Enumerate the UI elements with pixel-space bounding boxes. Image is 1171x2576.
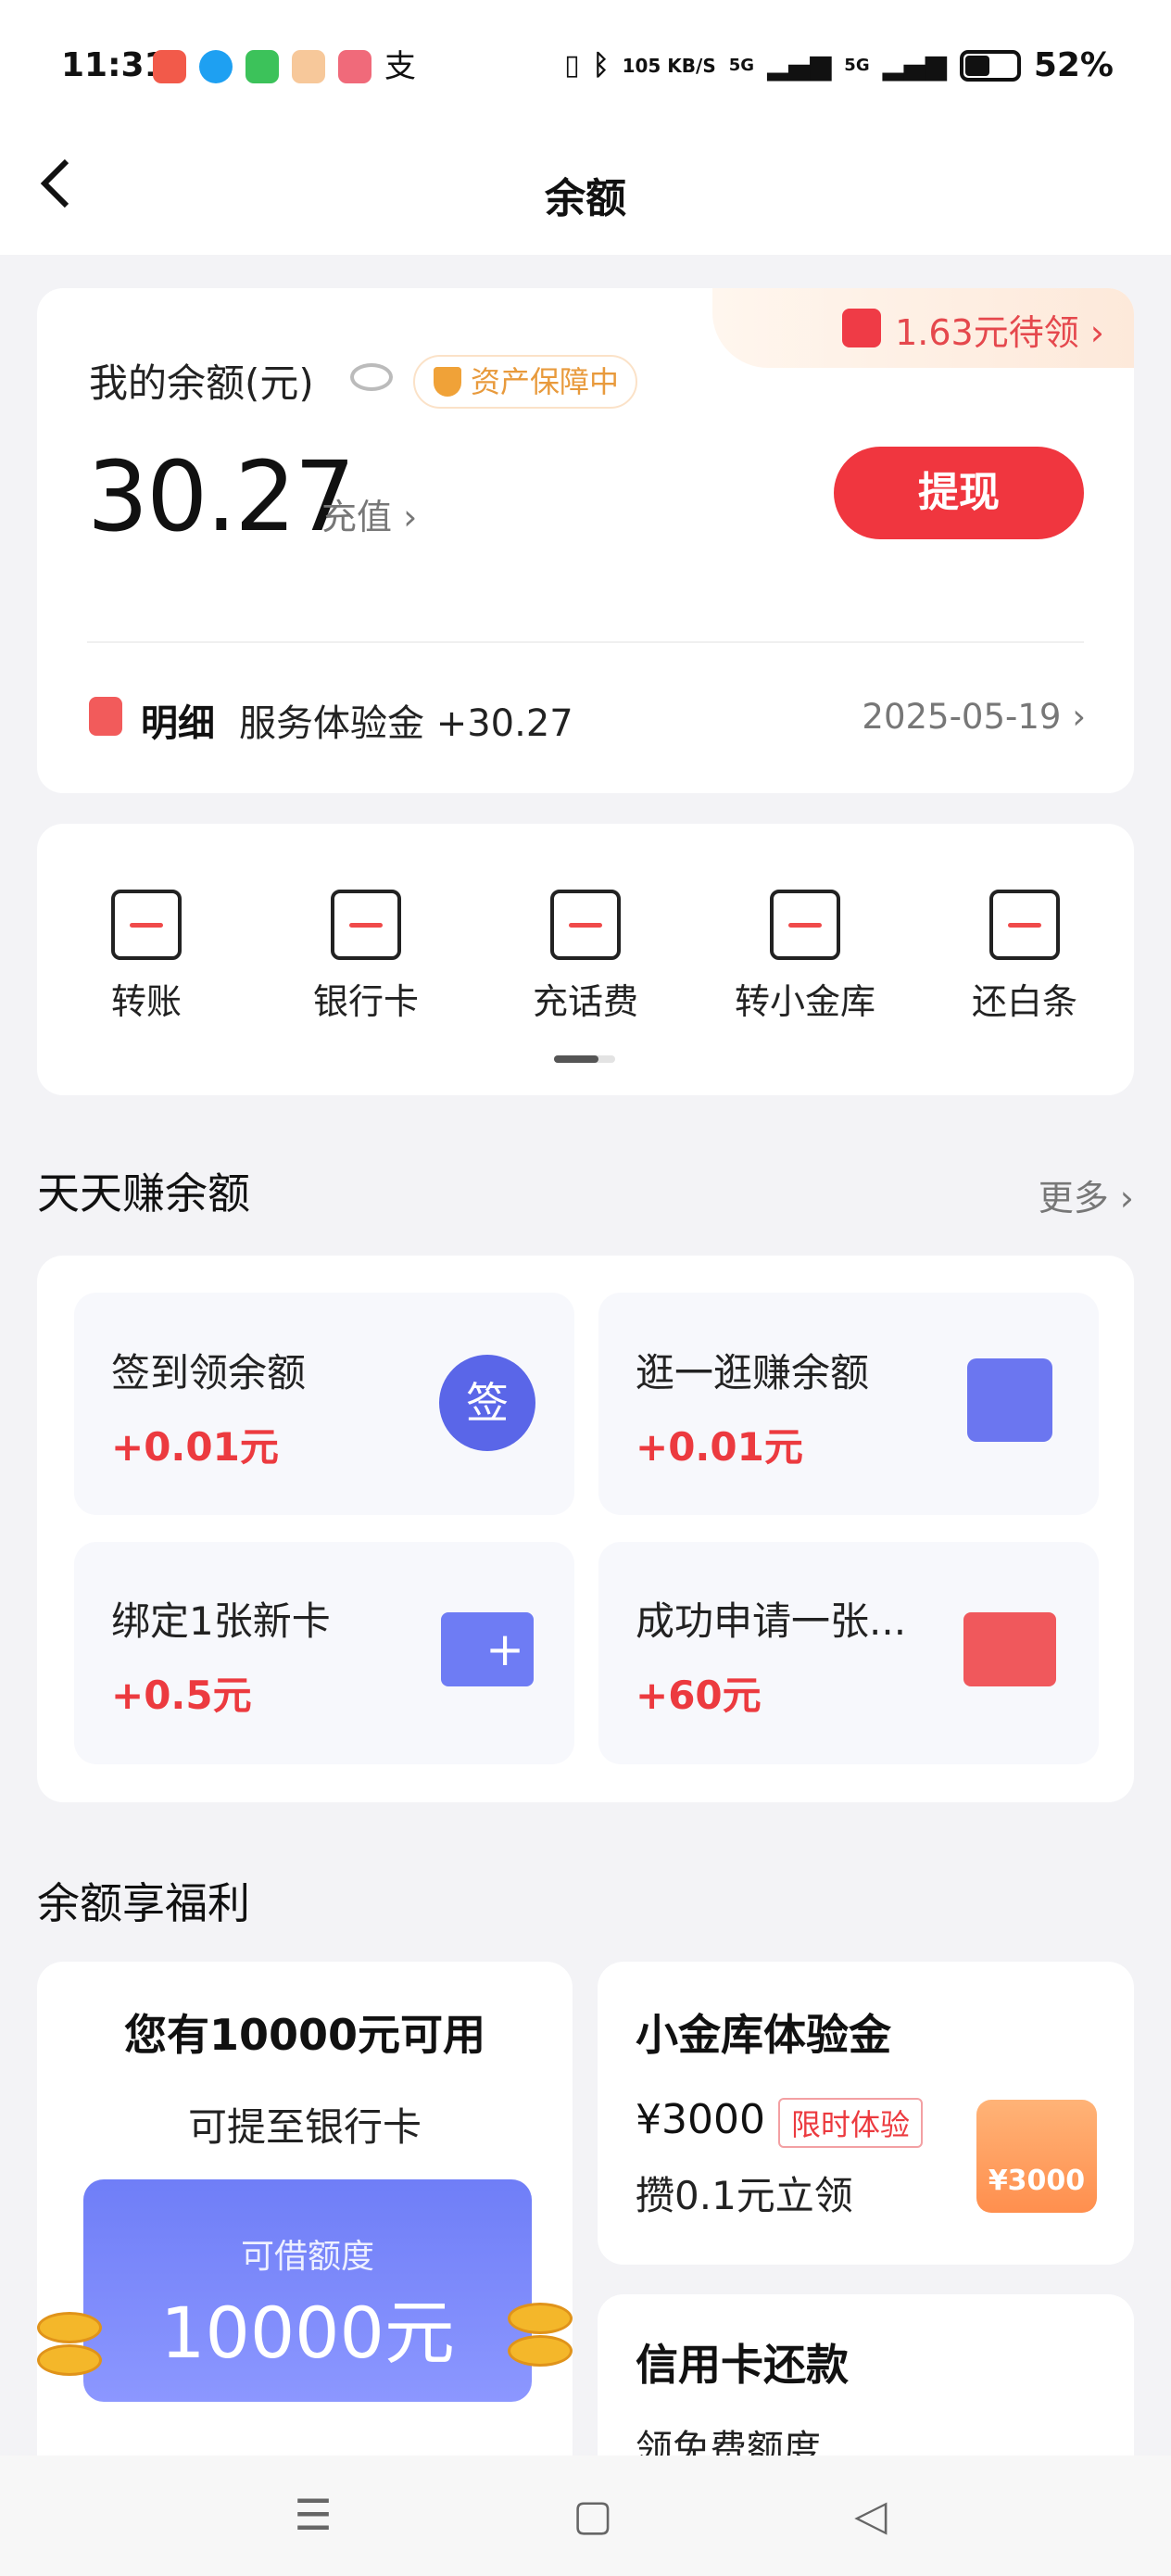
vault-amount: ¥3000 [636,2096,765,2143]
credit-repay-title: 信用卡还款 [636,2340,849,2390]
home-icon[interactable]: ▢ [567,2489,619,2541]
app-icon [338,50,371,83]
detail-date[interactable]: 2025-05-19 › [862,697,1086,737]
scroll-indicator [554,1055,615,1063]
welfare-section-title: 余额享福利 [37,1878,250,1928]
shield-icon [434,367,461,397]
vibrate-icon: ▯ [564,49,580,82]
loan-title: 您有10000元可用 [123,2010,486,2060]
divider [87,641,1084,643]
coin-icon [37,2312,102,2343]
earn-tile-reward: +60元 [636,1673,762,1718]
vault-envelope-icon: ¥3000 [976,2100,1097,2213]
red-packet-icon [842,309,881,347]
signal-label-1: 5G [728,56,755,75]
action-bank-card[interactable]: 银行卡 [273,890,459,1024]
vault-tag: 限时体验 [778,2098,924,2148]
message-icon [246,50,279,83]
battery-percent: 52% [1033,46,1114,84]
page-title: 余额 [545,175,626,222]
menu-icon[interactable]: ☰ [287,2489,339,2541]
back-nav-icon[interactable]: ◁ [845,2489,897,2541]
detail-icon [89,697,122,736]
detail-text[interactable]: 服务体验金 +30.27 [239,693,573,747]
detail-label[interactable]: 明细 [141,693,215,747]
bank-card-icon [331,890,401,960]
vault-desc: 攒0.1元立领 [636,2173,853,2218]
credit-card-icon [963,1612,1056,1686]
transfer-icon [111,890,182,960]
shopping-bag-icon [967,1358,1052,1442]
recharge-link[interactable]: 充值 › [321,488,417,539]
checkin-icon: 签 [439,1355,535,1451]
signal-icon: ▂▄▆ [767,49,832,82]
battery-icon [959,49,1021,82]
action-label: 银行卡 [312,981,419,1022]
app-notification-icon [153,50,186,83]
signal-label-2: 5G [844,56,870,75]
alipay-icon: 支 [384,48,416,85]
earn-tile-reward: +0.5元 [111,1673,252,1718]
repay-icon [989,890,1060,960]
action-vault-transfer[interactable]: 转小金库 [712,890,898,1024]
earn-section-title: 天天赚余额 [37,1168,250,1219]
more-link[interactable]: 更多 › [1039,1169,1134,1220]
app-icon [292,50,325,83]
balance-amount: 30.27 [87,440,356,553]
loan-quota-label: 可借额度 [240,2238,374,2276]
network-speed: 105 KB/S [622,54,716,77]
action-repay[interactable]: 还白条 [932,890,1117,1024]
action-label: 转小金库 [734,981,875,1022]
eye-icon[interactable] [350,363,393,391]
status-app-icons: 支 [153,50,418,83]
action-label: 充话费 [532,981,638,1022]
action-phone-bill[interactable]: 充话费 [493,890,678,1024]
coin-icon [508,2335,573,2367]
add-card-icon: + [441,1612,534,1686]
status-time: 11:31 [61,46,168,84]
vault-transfer-icon [770,890,840,960]
action-label: 转账 [110,981,182,1022]
earn-tile-reward: +0.01元 [111,1424,279,1470]
withdraw-button[interactable]: 提现 [834,447,1084,539]
qq-icon [199,50,233,83]
earn-tile-title: 成功申请一张... [636,1598,907,1644]
earn-tile-reward: +0.01元 [636,1424,803,1470]
coin-icon [37,2344,102,2376]
bluetooth-icon: ᛒ [592,49,610,82]
vault-title: 小金库体验金 [636,2010,891,2060]
earn-tile-title: 绑定1张新卡 [111,1598,331,1644]
phone-bill-icon [550,890,621,960]
loan-subtitle: 可提至银行卡 [187,2104,422,2150]
signal-icon: ▂▄▆ [882,49,947,82]
red-packet-text[interactable]: 1.63元待领 › [895,304,1104,355]
action-transfer[interactable]: 转账 [54,890,239,1024]
loan-quota-amount: 10000元 [160,2292,455,2374]
earn-tile-title: 逛一逛赚余额 [636,1350,870,1395]
status-right: ▯ ᛒ 105 KB/S 5G ▂▄▆ 5G ▂▄▆ 52% [564,46,1114,84]
earn-tile-title: 签到领余额 [111,1350,307,1395]
coin-icon [508,2303,573,2334]
balance-label: 我的余额(元) [89,360,314,406]
action-label: 还白条 [971,981,1077,1022]
